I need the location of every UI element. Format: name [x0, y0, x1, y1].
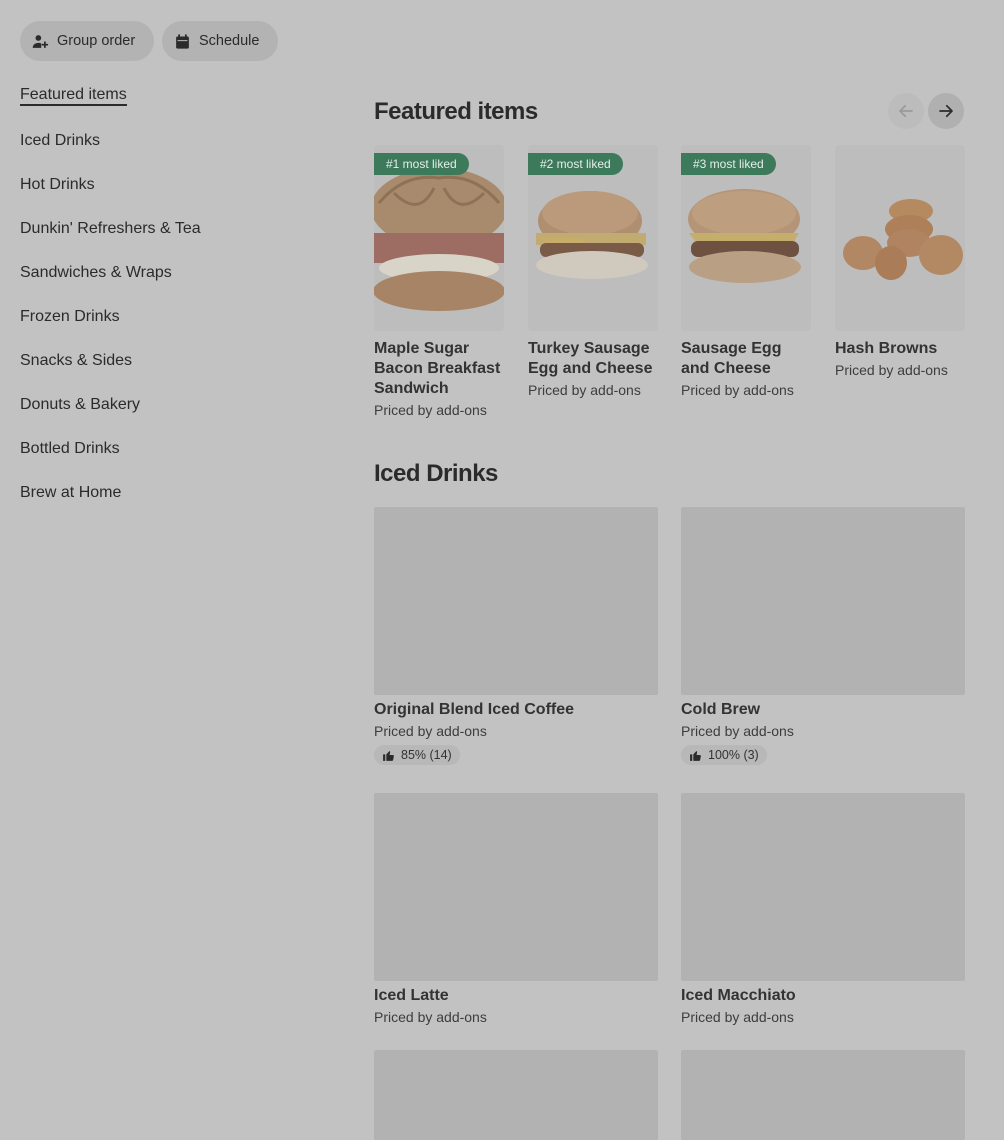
nav-item-featured-items[interactable]: Featured items [20, 84, 320, 128]
item-name: Iced Macchiato [681, 987, 796, 1004]
nav-item-snacks-sides[interactable]: Snacks & Sides [20, 350, 320, 394]
nav-item-label: Hot Drinks [20, 176, 95, 193]
item-name: Sausage Egg and Cheese [681, 340, 782, 377]
menu-item-card[interactable]: Cold Brew Priced by add-ons 100% (3) [681, 507, 965, 767]
sausage-sandwich-image [688, 189, 801, 283]
item-image-placeholder [681, 1050, 965, 1140]
arrow-right-icon [939, 104, 953, 118]
hash-browns-image [843, 199, 963, 280]
nav-item-label: Frozen Drinks [20, 308, 120, 325]
item-price: Priced by add-ons [835, 362, 948, 378]
menu-item-card[interactable]: Iced Macchiato Priced by add-ons [681, 793, 965, 1025]
arrow-left-icon [899, 104, 913, 118]
menu-item-card[interactable]: Iced Latte Priced by add-ons [374, 793, 658, 1025]
most-liked-badge: #2 most liked [528, 153, 623, 175]
item-name: Original Blend Iced Coffee [374, 701, 575, 718]
rating-badge: 85% (14) [374, 745, 460, 765]
nav-item-iced-drinks[interactable]: Iced Drinks [20, 130, 320, 174]
item-image-placeholder [374, 793, 658, 981]
carousel-prev-button[interactable] [888, 93, 924, 129]
featured-item-card[interactable]: #2 most liked Turkey Sausage Egg and Che… [528, 145, 658, 398]
carousel-next-button[interactable] [928, 93, 964, 129]
nav-item-label: Featured items [20, 86, 127, 106]
item-price: Priced by add-ons [528, 382, 641, 398]
schedule-button[interactable]: Schedule [162, 21, 278, 61]
item-image-placeholder [374, 507, 658, 695]
most-liked-badge: #3 most liked [681, 153, 776, 175]
nav-item-frozen-drinks[interactable]: Frozen Drinks [20, 306, 320, 350]
nav-item-brew-at-home[interactable]: Brew at Home [20, 482, 320, 526]
nav-item-donuts-bakery[interactable]: Donuts & Bakery [20, 394, 320, 438]
item-image [835, 145, 965, 331]
item-price: Priced by add-ons [681, 382, 794, 398]
item-image-placeholder [374, 1050, 658, 1140]
item-price: Priced by add-ons [681, 723, 794, 739]
nav-item-label: Snacks & Sides [20, 352, 133, 369]
item-name: Maple Sugar Bacon Breakfast Sandwich [374, 340, 501, 397]
item-name: Turkey Sausage Egg and Cheese [528, 340, 653, 377]
item-name: Cold Brew [681, 701, 761, 718]
most-liked-badge: #1 most liked [374, 153, 469, 175]
item-image: #2 most liked [528, 145, 658, 331]
group-order-label: Group order [57, 33, 136, 49]
nav-item-label: Bottled Drinks [20, 440, 120, 457]
item-price: Priced by add-ons [374, 1009, 487, 1025]
featured-section-title: Featured items [374, 98, 538, 125]
english-muffin-sandwich-image [536, 191, 648, 279]
item-price: Priced by add-ons [374, 402, 487, 418]
menu-item-card[interactable] [374, 1050, 658, 1140]
item-name: Iced Latte [374, 987, 449, 1004]
category-nav: Featured items Iced Drinks Hot Drinks Du… [20, 84, 320, 526]
thumbs-up-icon [690, 750, 701, 761]
nav-item-label: Brew at Home [20, 484, 122, 501]
thumbs-up-icon [383, 750, 394, 761]
nav-item-bottled-drinks[interactable]: Bottled Drinks [20, 438, 320, 482]
rating-text: 100% (3) [708, 748, 759, 762]
calendar-icon [176, 33, 189, 49]
rating-badge: 100% (3) [681, 745, 767, 765]
nav-item-label: Sandwiches & Wraps [20, 264, 172, 281]
item-name: Hash Browns [835, 340, 938, 357]
store-menu-page: Group order Schedule Featured items Iced… [0, 0, 1004, 1140]
item-image-placeholder [681, 507, 965, 695]
add-person-icon [32, 34, 49, 48]
rating-text: 85% (14) [401, 748, 452, 762]
item-image-placeholder [681, 793, 965, 981]
featured-item-card[interactable]: #1 most liked Maple Sugar Bacon Breakfas… [374, 145, 504, 418]
schedule-label: Schedule [199, 33, 260, 49]
menu-item-card[interactable] [681, 1050, 965, 1140]
iced-drinks-section-title: Iced Drinks [374, 460, 498, 487]
croissant-sandwich-image [374, 168, 504, 311]
item-price: Priced by add-ons [374, 723, 487, 739]
nav-item-label: Donuts & Bakery [20, 396, 141, 413]
featured-item-card[interactable]: #3 most liked Sausage Egg and Cheese Pri… [681, 145, 811, 398]
nav-item-hot-drinks[interactable]: Hot Drinks [20, 174, 320, 218]
nav-item-refreshers-tea[interactable]: Dunkin' Refreshers & Tea [20, 218, 320, 262]
group-order-button[interactable]: Group order [20, 21, 154, 61]
featured-item-card[interactable]: Hash Browns Priced by add-ons [835, 145, 965, 378]
item-image: #1 most liked [374, 145, 504, 331]
item-image: #3 most liked [681, 145, 811, 331]
nav-item-label: Dunkin' Refreshers & Tea [20, 220, 201, 237]
menu-item-card[interactable]: Original Blend Iced Coffee Priced by add… [374, 507, 658, 767]
nav-item-sandwiches-wraps[interactable]: Sandwiches & Wraps [20, 262, 320, 306]
nav-item-label: Iced Drinks [20, 132, 101, 149]
item-price: Priced by add-ons [681, 1009, 794, 1025]
